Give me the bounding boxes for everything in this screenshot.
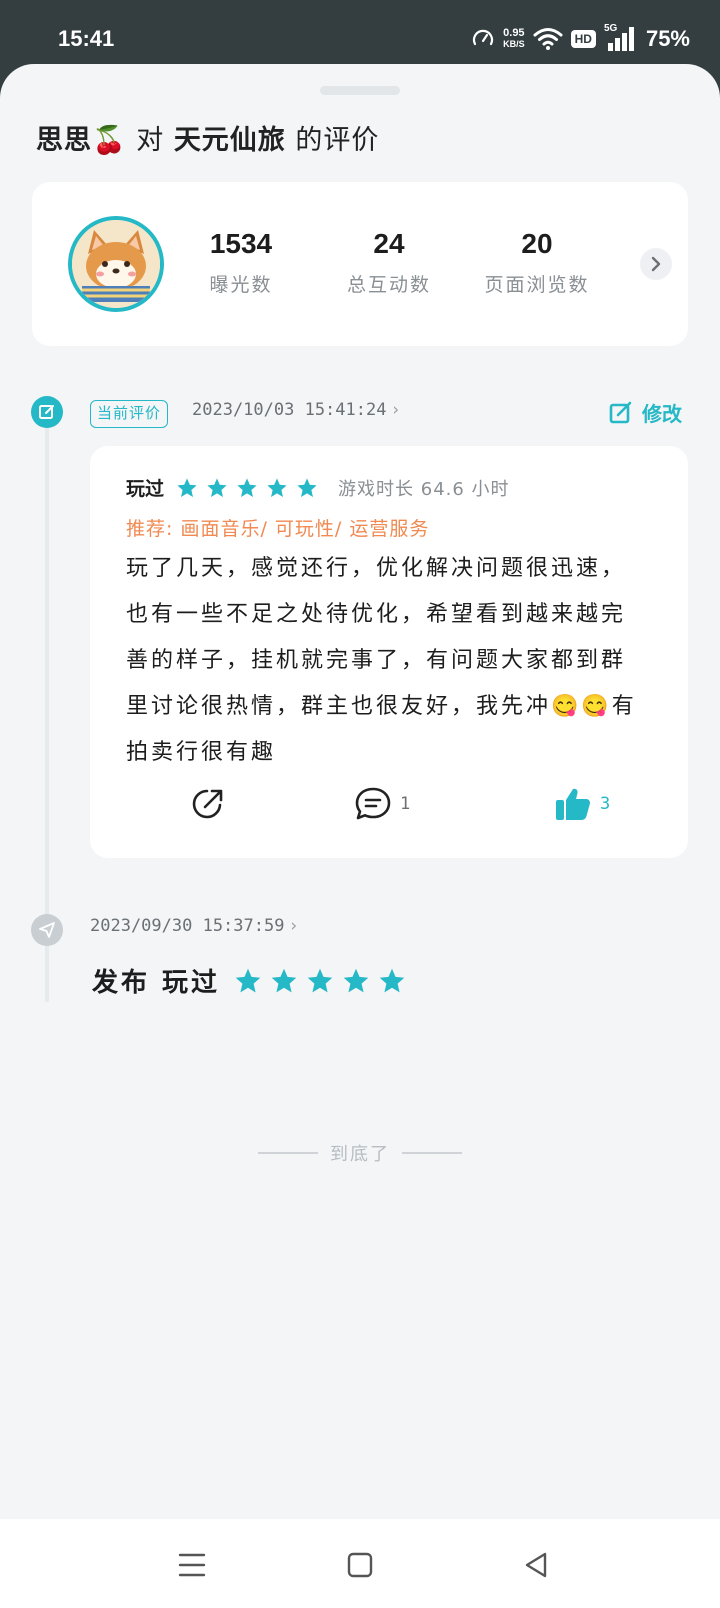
stats-card[interactable]: 1534 曝光数 24 总互动数 20 页面浏览数 (32, 182, 688, 346)
stat-value: 20 (521, 228, 553, 259)
star-icon (267, 477, 287, 497)
review-text: 玩了几天，感觉还行，优化解决问题很迅速，也有一些不足之处待优化，希望看到越来越完… (126, 556, 637, 765)
stat-value: 1534 (209, 228, 273, 259)
stats-detail-button[interactable] (640, 248, 672, 280)
star-icon (343, 968, 369, 992)
review-sheet: 思思🍒 对 天元仙旅 的评价 1534 曝光数 24 总互动数 20 页面浏览数… (0, 64, 720, 1519)
avatar[interactable] (68, 216, 164, 312)
stat-page-views: 20 页面浏览数 (472, 228, 602, 297)
send-icon (39, 922, 55, 938)
home-nav-button[interactable] (342, 1547, 378, 1583)
star-icon (235, 968, 261, 992)
stat-label: 页面浏览数 (484, 274, 590, 296)
back-nav-button[interactable] (518, 1547, 554, 1583)
stat-interactions: 24 总互动数 (324, 228, 454, 297)
star-icon (177, 477, 197, 497)
signal-icon: 5G (604, 23, 638, 52)
menu-nav-button[interactable] (174, 1547, 210, 1583)
edit-review-button[interactable]: 修改 (608, 398, 682, 427)
status-bar: 15:41 0.95 KB/S HD 5G 75% (0, 0, 720, 66)
stat-value: 24 (373, 228, 405, 259)
game-name: 天元仙旅 (173, 125, 286, 156)
timeline-publish-dot (31, 914, 63, 946)
played-label: 玩过 (126, 478, 165, 500)
star-icon (379, 968, 405, 992)
star-icon (271, 968, 297, 992)
current-review-datetime: 2023/10/03 15:41:24 (192, 400, 387, 420)
title-connector: 对 (136, 125, 165, 156)
comment-count: 1 (400, 794, 411, 814)
battery-level: 75% (645, 26, 690, 51)
home-square-icon (347, 1552, 373, 1578)
publish-label: 发布 玩过 (92, 968, 221, 998)
divider (402, 1152, 462, 1154)
title-suffix: 的评价 (295, 125, 380, 156)
playtime: 游戏时长 64.6 小时 (338, 478, 510, 500)
divider (258, 1152, 318, 1154)
speedometer-icon (473, 29, 494, 46)
review-header: 玩过 游戏时长 64.6 小时 (126, 474, 510, 501)
stat-label: 总互动数 (346, 274, 431, 296)
net-speed-unit: KB/S (503, 39, 525, 49)
comment-button[interactable]: 1 (354, 786, 410, 822)
star-icon (307, 968, 333, 992)
publish-date[interactable]: 2023/09/30 15:37:59 › (90, 916, 299, 936)
chevron-right-icon: › (288, 916, 299, 936)
navigation-bar (0, 1519, 720, 1608)
chevron-right-icon (651, 256, 661, 272)
publish-event: 发布 玩过 (92, 962, 406, 999)
edit-icon (39, 405, 54, 419)
back-triangle-icon (525, 1552, 547, 1578)
status-time: 15:41 (58, 26, 115, 51)
star-icon (297, 477, 317, 497)
share-icon (192, 789, 223, 819)
user-name: 思思🍒 (36, 125, 127, 156)
stat-exposure: 1534 曝光数 (176, 228, 306, 297)
recommend-tags: 推荐: 画面音乐/ 可玩性/ 运营服务 (126, 518, 430, 540)
star-icon (207, 477, 227, 497)
review-card: 玩过 游戏时长 64.6 小时 推荐: 画面音乐/ 可玩性/ 运营服务 玩了几天… (90, 446, 688, 858)
like-count: 3 (600, 794, 611, 814)
like-button[interactable]: 3 (554, 786, 610, 822)
page-title: 思思🍒 对 天元仙旅 的评价 (36, 118, 379, 157)
status-icons: 0.95 KB/S HD 5G 75% (471, 23, 690, 54)
end-text: 到底了 (330, 1144, 390, 1165)
publish-datetime: 2023/09/30 15:37:59 (90, 916, 285, 936)
current-review-date[interactable]: 2023/10/03 15:41:24 › (192, 400, 401, 420)
chevron-right-icon: › (390, 400, 401, 420)
comment-icon (355, 787, 391, 820)
share-button[interactable] (190, 786, 226, 822)
drag-handle[interactable] (320, 86, 400, 95)
wifi-icon (533, 28, 563, 50)
hd-badge: HD (570, 30, 596, 48)
timeline-edit-dot (31, 396, 63, 428)
menu-icon (178, 1553, 206, 1577)
net-speed-value: 0.95 (503, 27, 525, 39)
net-speed: 0.95 KB/S (503, 28, 525, 50)
edit-label: 修改 (642, 402, 682, 426)
stat-label: 曝光数 (209, 274, 273, 296)
shiba-dog-avatar-icon (72, 220, 160, 308)
thumbs-up-icon (556, 788, 590, 820)
end-of-list: 到底了 (258, 1140, 462, 1166)
edit-icon (609, 401, 632, 423)
current-review-badge: 当前评价 (90, 400, 169, 428)
star-icon (237, 477, 257, 497)
